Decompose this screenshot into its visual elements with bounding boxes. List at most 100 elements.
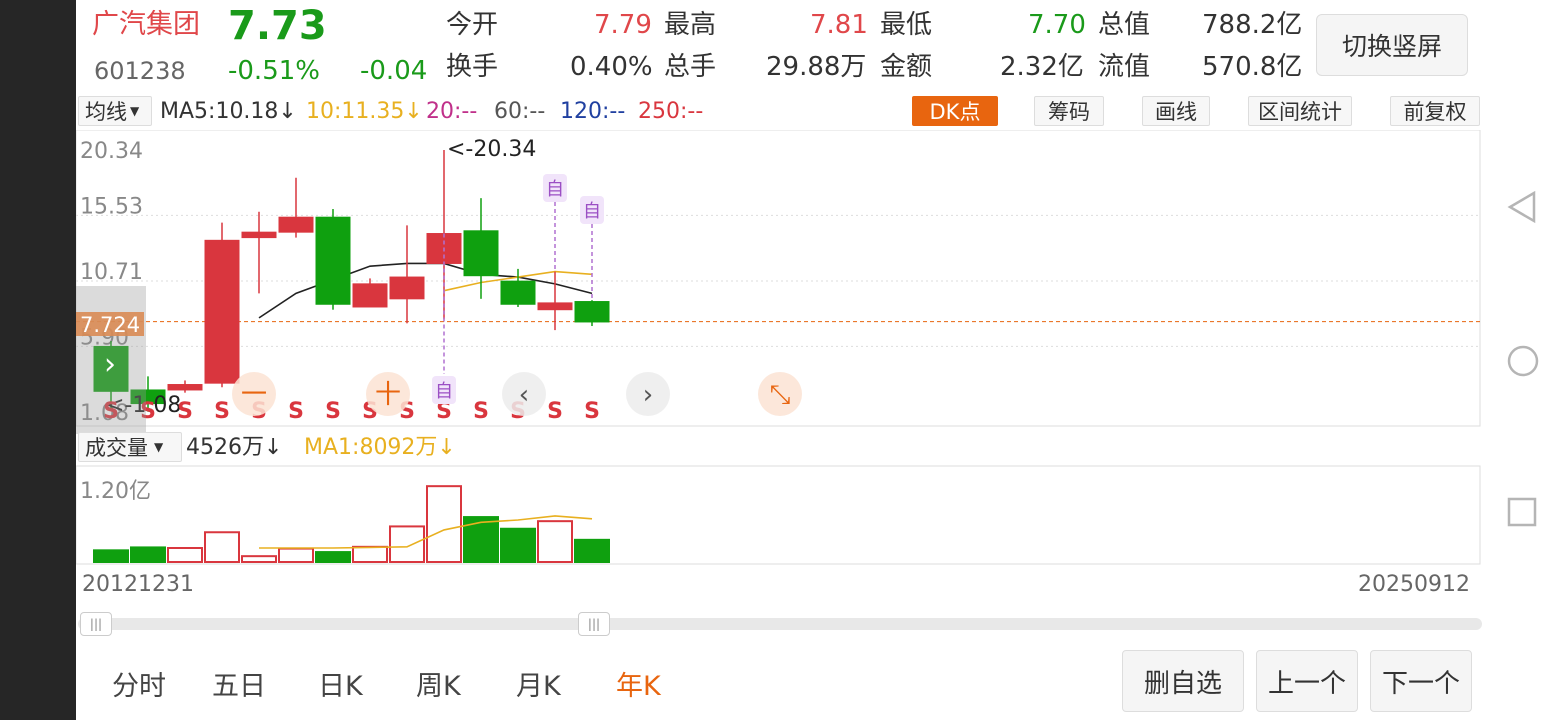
next-stock-button[interactable]: 下一个 xyxy=(1370,650,1472,712)
ma20-value: 20:-- xyxy=(426,99,478,124)
tab-year-k[interactable]: 年K xyxy=(616,664,661,703)
change-amount: -0.04 xyxy=(360,56,428,86)
candle-body xyxy=(352,283,388,308)
self-marker-text: 自 xyxy=(546,179,564,200)
draw-line-button[interactable]: 画线 xyxy=(1142,96,1210,126)
turnover-value: 0.40% xyxy=(570,52,653,82)
open-value: 7.79 xyxy=(594,10,652,40)
candle-body xyxy=(500,280,536,305)
volume-indicator-bar: 成交量 ▼ 4526万↓ MA1:8092万↓ xyxy=(76,430,1482,466)
change-percent: -0.51% xyxy=(228,56,320,86)
self-marker-text: 自 xyxy=(583,201,601,222)
s-marker: S xyxy=(547,399,563,424)
range-handle-right[interactable]: ||| xyxy=(578,612,610,636)
float-cap-label: 流值 xyxy=(1098,52,1151,82)
volume-bar xyxy=(500,527,536,563)
volume-selector[interactable]: 成交量 ▼ xyxy=(78,432,182,462)
toggle-portrait-button[interactable]: 切换竖屏 xyxy=(1316,14,1468,76)
volume-ma1: MA1:8092万↓ xyxy=(304,435,456,460)
zoom-out-control-glyph: 一 xyxy=(241,380,267,410)
zoom-in-control-glyph: 十 xyxy=(375,380,401,410)
high-label: 最高 xyxy=(664,10,717,40)
chevron-left-icon-glyph: ‹ xyxy=(519,380,529,410)
ma-selector-label: 均线 xyxy=(85,100,127,124)
quote-header: 广汽集团 7.73 601238 -0.51% -0.04 今开 7.79 最高… xyxy=(76,0,1482,92)
turnover-label: 换手 xyxy=(446,52,499,82)
range-handle-left[interactable]: ||| xyxy=(80,612,112,636)
candle-body xyxy=(463,230,499,277)
self-marker-text: 自 xyxy=(435,381,453,402)
period-tabs: 分时 五日 日K 周K 月K 年K xyxy=(76,650,1076,714)
kline-chart[interactable]: 20.3415.5310.715.901.08 <-20.34<-1.08S S S… xyxy=(76,130,1482,570)
dk-point-label: DK点 xyxy=(929,100,981,124)
volume-current: 4526万↓ xyxy=(186,435,283,460)
range-scroll-track[interactable] xyxy=(78,618,1482,630)
candle-body xyxy=(574,301,610,323)
end-date: 20250912 xyxy=(1358,572,1470,597)
low-label: 最低 xyxy=(880,10,933,40)
start-date: 20121231 xyxy=(82,572,194,597)
volume-bar xyxy=(537,520,573,563)
tab-month-k[interactable]: 月K xyxy=(516,664,561,703)
ma120-value: 120:-- xyxy=(560,99,626,124)
dk-point-button[interactable]: DK点 xyxy=(912,96,998,126)
dropdown-icon: ▼ xyxy=(154,440,164,454)
tab-week-k[interactable]: 周K xyxy=(416,664,461,703)
volume-bar xyxy=(352,545,388,564)
tab-five-day[interactable]: 五日 xyxy=(212,664,266,703)
volume-label: 总手 xyxy=(664,52,717,82)
ma10-value: 10:11.35↓ xyxy=(306,99,423,124)
remove-watchlist-button[interactable]: 删自选 xyxy=(1122,650,1244,712)
open-label: 今开 xyxy=(446,10,499,40)
volume-bar xyxy=(574,538,610,564)
collapse-icon-glyph: ⤡ xyxy=(770,380,791,410)
ma-selector[interactable]: 均线 ▼ xyxy=(78,96,152,126)
stock-code: 601238 xyxy=(94,57,186,85)
volume-bar xyxy=(426,485,462,563)
candle-body xyxy=(278,216,314,233)
volume-bar xyxy=(389,525,425,563)
chips-button[interactable]: 筹码 xyxy=(1034,96,1104,126)
volume-axis-label: 1.20亿 xyxy=(80,479,151,504)
chevron-right-icon-glyph: › xyxy=(643,380,653,410)
high-value: 7.81 xyxy=(810,10,868,40)
volume-bar xyxy=(204,531,240,563)
prev-stock-button[interactable]: 上一个 xyxy=(1256,650,1358,712)
volume-selector-label: 成交量 xyxy=(85,436,148,460)
amount-label: 金额 xyxy=(880,52,933,82)
candle-body xyxy=(241,231,277,239)
volume-bar xyxy=(278,547,314,564)
home-icon[interactable] xyxy=(1506,344,1540,378)
volume-bar xyxy=(241,555,277,563)
interval-stats-button[interactable]: 区间统计 xyxy=(1248,96,1352,126)
candle-body xyxy=(537,302,573,311)
back-icon[interactable] xyxy=(1506,190,1538,224)
stock-name: 广汽集团 xyxy=(92,9,200,40)
ma250-value: 250:-- xyxy=(638,99,704,124)
tab-day-k[interactable]: 日K xyxy=(318,664,363,703)
volume-bar xyxy=(463,516,499,564)
price-axis-label: 15.53 xyxy=(80,194,143,219)
recents-icon[interactable] xyxy=(1506,496,1538,528)
volume-bar xyxy=(130,546,166,563)
system-nav-bar xyxy=(1482,0,1560,720)
candle-body xyxy=(389,276,425,300)
chevron-right-icon: › xyxy=(104,347,116,382)
left-system-bar xyxy=(0,0,76,720)
s-marker: S xyxy=(177,399,193,424)
volume-bar xyxy=(167,547,203,563)
current-price-tag-text: 7.724 xyxy=(80,313,140,337)
adjust-button[interactable]: 前复权 xyxy=(1390,96,1480,126)
volume-bar xyxy=(315,551,351,564)
price-axis-label: 10.71 xyxy=(80,260,143,285)
float-cap-value: 570.8亿 xyxy=(1202,52,1303,82)
s-marker: S xyxy=(473,399,489,424)
s-marker: S xyxy=(584,399,600,424)
volume-value: 29.88万 xyxy=(766,52,867,82)
s-marker: S xyxy=(214,399,230,424)
tab-timeshare[interactable]: 分时 xyxy=(112,664,166,703)
market-cap-label: 总值 xyxy=(1098,10,1151,40)
candle-body xyxy=(167,384,203,391)
candle-body xyxy=(204,239,240,384)
ma60-value: 60:-- xyxy=(494,99,546,124)
